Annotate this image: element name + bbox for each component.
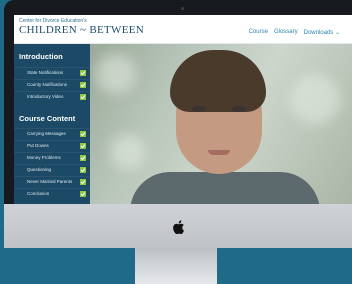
sidebar-item-never-married-parents[interactable]: Never Married Parents (14, 176, 90, 187)
sidebar-item-introductory-video[interactable]: Introductory Video (14, 91, 90, 102)
camera (181, 7, 184, 10)
child-mouth (208, 150, 230, 155)
sidebar-item-carrying-messages[interactable]: Carrying Messages (14, 128, 90, 139)
check-icon (80, 190, 86, 197)
bokeh-light (96, 54, 136, 94)
sidebar-item-label: Conclusion (27, 191, 50, 196)
sidebar-item-label: Never Married Parents (27, 179, 73, 184)
sidebar-item-label: Introductory Video (27, 94, 64, 99)
imac-stand (135, 248, 217, 284)
sidebar-item-county-notifications[interactable]: County Notifications (14, 79, 90, 90)
sidebar-item-put-downs[interactable]: Put Downs (14, 140, 90, 151)
check-icon (80, 130, 86, 137)
check-icon (80, 154, 86, 161)
check-icon (80, 166, 86, 173)
sidebar-item-label: Put Downs (27, 143, 49, 148)
check-icon (80, 69, 86, 76)
nav-course[interactable]: Course (249, 29, 268, 36)
check-icon (80, 178, 86, 185)
logo[interactable]: Center for Divorce Education's CHILDREN … (19, 18, 144, 36)
apple-icon (173, 220, 184, 235)
section-title-course-content: Course Content (19, 114, 76, 123)
child-eye (232, 106, 246, 112)
main-nav: Course Glossary Downloads ⌄ (249, 29, 340, 36)
bokeh-light (110, 134, 146, 170)
child-eye (192, 106, 206, 112)
child-shirt (130, 172, 320, 204)
nav-glossary[interactable]: Glossary (274, 29, 298, 36)
sidebar-item-label: Carrying Messages (27, 131, 66, 136)
sidebar-item-conclusion[interactable]: Conclusion (14, 188, 90, 199)
hero-photo (90, 44, 352, 204)
sidebar-item-label: Questioning (27, 167, 52, 172)
sidebar: Introduction State Notifications County … (14, 44, 90, 204)
bokeh-light (290, 74, 340, 124)
check-icon (80, 81, 86, 88)
sidebar-item-label: Money Problems (27, 155, 61, 160)
logo-brand-name: CHILDREN ~ BETWEEN (19, 24, 144, 36)
sidebar-item-label: State Notifications (27, 70, 64, 75)
sidebar-item-questioning[interactable]: Questioning (14, 164, 90, 175)
sidebar-item-state-notifications[interactable]: State Notifications (14, 67, 90, 78)
check-icon (80, 142, 86, 149)
screen: Center for Divorce Education's CHILDREN … (14, 15, 352, 204)
sidebar-item-label: County Notifications (27, 82, 68, 87)
section-title-introduction: Introduction (19, 52, 63, 61)
top-bar: Center for Divorce Education's CHILDREN … (14, 15, 352, 44)
sidebar-item-money-problems[interactable]: Money Problems (14, 152, 90, 163)
check-icon (80, 93, 86, 100)
child-hair (170, 50, 266, 112)
nav-downloads[interactable]: Downloads ⌄ (304, 29, 340, 36)
